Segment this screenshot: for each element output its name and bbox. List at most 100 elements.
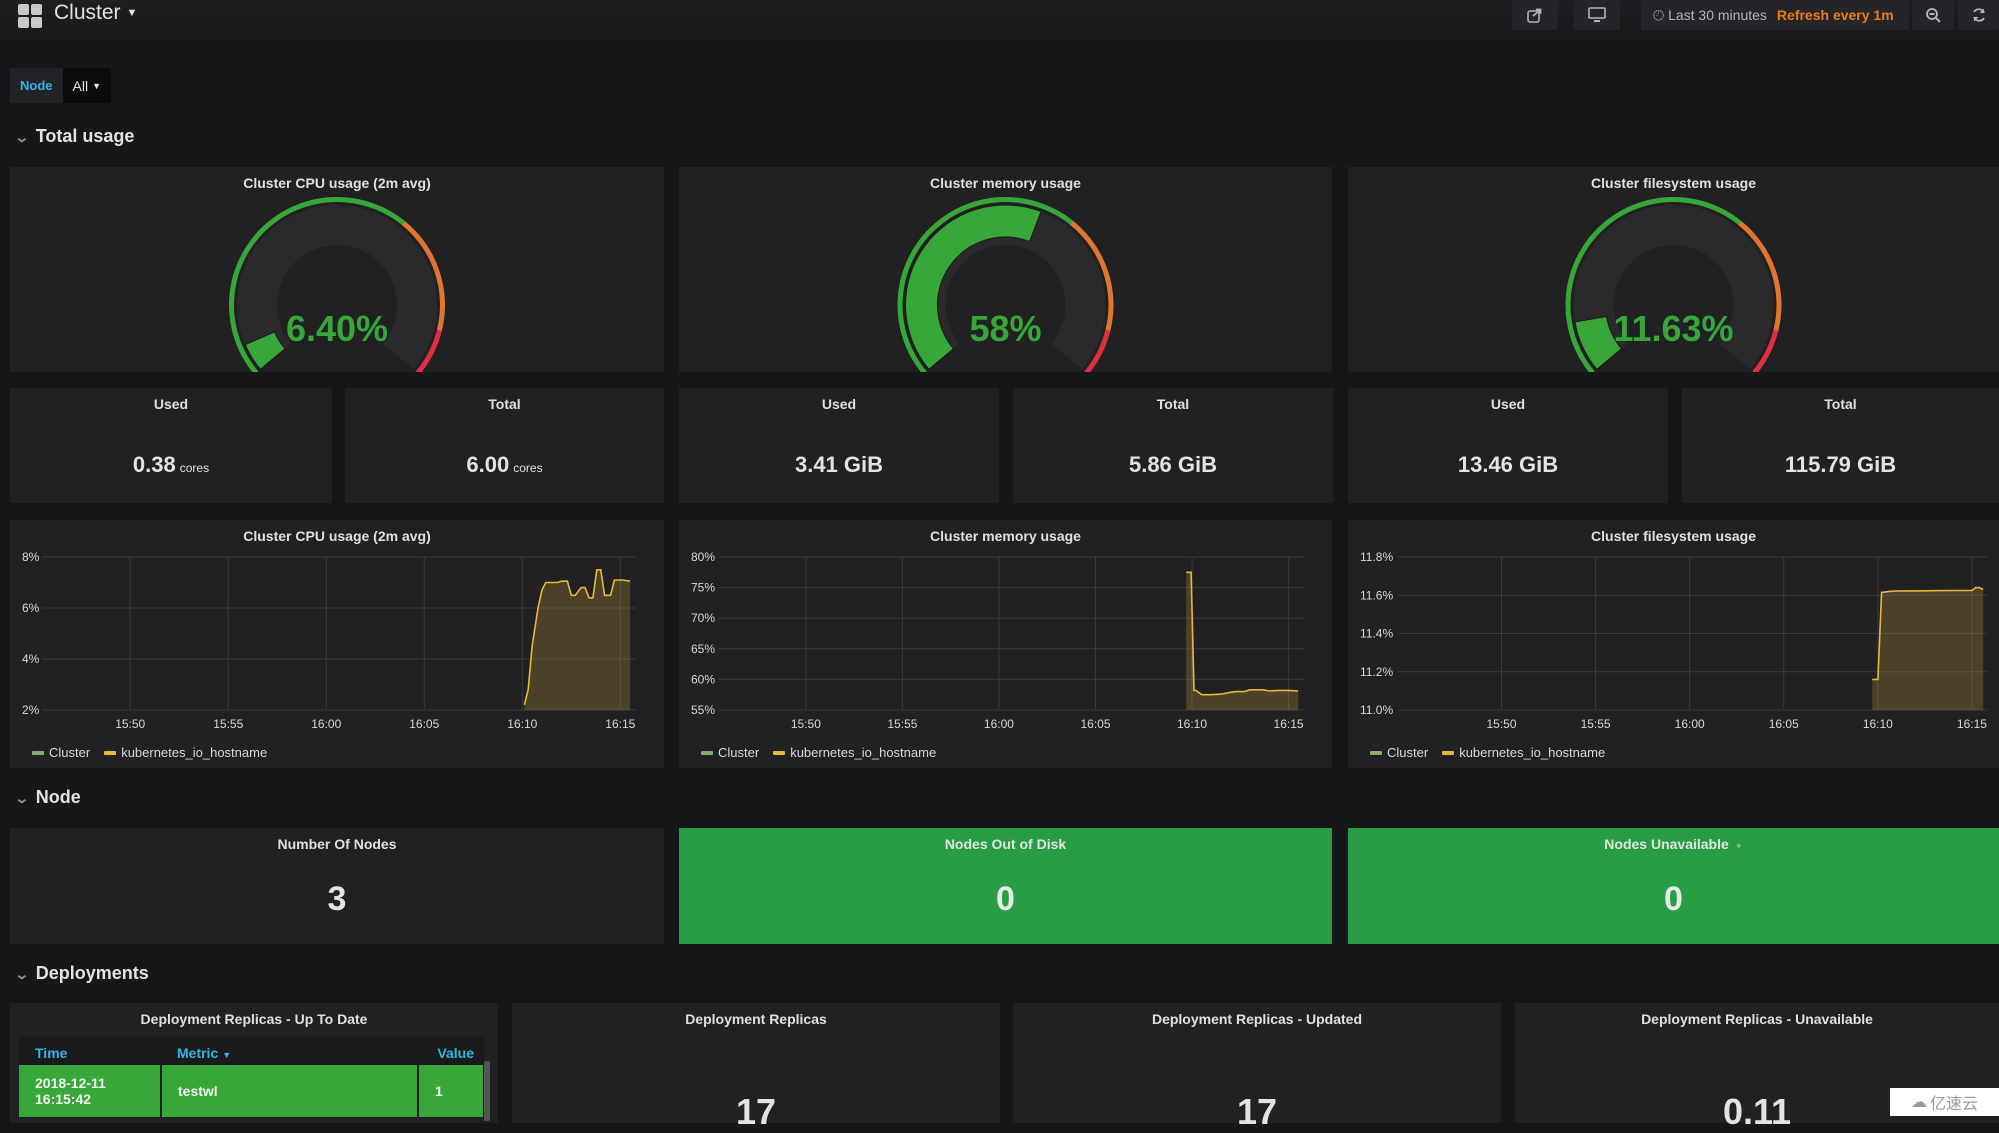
time-range-picker[interactable]: 🕘︎ Last 30 minutes Refresh every 1m (1641, 0, 1909, 30)
panel-title[interactable]: Deployment Replicas (512, 1011, 1000, 1027)
zoom-out-button[interactable] (1912, 0, 1954, 30)
y-tick-label: 60% (691, 672, 715, 686)
series-area-hostname (524, 569, 631, 710)
y-tick-label: 80% (691, 550, 715, 564)
panel-title[interactable]: Deployment Replicas - Updated (1013, 1011, 1501, 1027)
panel-title[interactable]: Nodes Out of Disk (679, 836, 1332, 852)
cell-clock: 16:15:42 (35, 1091, 92, 1107)
row-title: Node (35, 787, 81, 807)
dashboard-title-dropdown[interactable]: Cluster ▼ (54, 1, 137, 25)
graph-svg: 80% 75% 70% 65% 60% 55% 15:50 15:55 16:00 16:05 16… (691, 550, 1304, 731)
gauge-panel-cpu: Cluster CPU usage (2m avg) 6.40% (10, 167, 664, 372)
row-header-node[interactable]: ⌄ Node (14, 787, 81, 808)
panel-title[interactable]: Total (1682, 396, 1999, 412)
panel-title[interactable]: Cluster filesystem usage (1348, 528, 1999, 544)
legend-item-hostname[interactable]: kubernetes_io_hostname (104, 745, 267, 760)
panel-title[interactable]: Cluster memory usage (679, 528, 1332, 544)
stat-unit: cores (179, 461, 210, 475)
column-header-label: Metric (177, 1045, 219, 1061)
stat-panel-nodes-out-of-disk: Nodes Out of Disk 0 (679, 828, 1332, 944)
cell-metric: testwl (161, 1065, 419, 1117)
panel-title[interactable]: Used (10, 396, 332, 412)
panel-title[interactable]: Number Of Nodes (10, 836, 664, 852)
refresh-button[interactable] (1958, 0, 1999, 30)
y-tick-label: 4% (22, 652, 40, 666)
caret-down-icon: ▼ (92, 80, 101, 91)
stat-value: 0 (1664, 880, 1683, 918)
legend-item-cluster[interactable]: Cluster (1370, 745, 1428, 760)
panel-title[interactable]: Total (345, 396, 664, 412)
x-tick-label: 16:05 (1769, 717, 1799, 731)
stat-panel-memory-used: Used 3.41 GiB (679, 388, 999, 503)
legend-label: kubernetes_io_hostname (790, 745, 937, 760)
stat-panel-filesystem-total: Total 115.79 GiB (1682, 388, 1999, 503)
watermark-text: 亿速云 (1929, 1096, 1978, 1113)
stat-value: 6.00 cores (345, 452, 664, 478)
legend-item-cluster[interactable]: Cluster (701, 745, 759, 760)
chevron-down-icon: ⌄ (14, 790, 30, 806)
x-tick-label: 16:00 (984, 717, 1014, 731)
stat-panel-number-of-nodes: Number Of Nodes 3 (10, 828, 664, 944)
legend-item-hostname[interactable]: kubernetes_io_hostname (1442, 745, 1605, 760)
refresh-icon (1972, 8, 1985, 22)
table-panel-replicas-up-to-date: Deployment Replicas - Up To Date Time Me… (10, 1003, 498, 1123)
cell-time: 2018-12-11 16:15:42 (19, 1065, 162, 1117)
y-tick-label: 6% (22, 601, 40, 615)
stat-panel-cpu-used: Used 0.38 cores (10, 388, 332, 503)
tv-mode-button[interactable] (1574, 0, 1620, 30)
stat-value: 0 (996, 880, 1015, 918)
table-scrollbar[interactable] (484, 1061, 490, 1121)
series-area-hostname (1872, 587, 1984, 710)
x-tick-label: 16:15 (1274, 717, 1304, 731)
stat-value: 17 (1236, 1091, 1278, 1132)
x-tick-label: 16:00 (311, 717, 341, 731)
legend-swatch (1442, 750, 1455, 755)
clock-icon: 🕘︎ (1653, 6, 1665, 23)
share-button[interactable] (1512, 0, 1558, 30)
panel-title[interactable]: Used (679, 396, 999, 412)
panel-title[interactable]: Total (1013, 396, 1333, 412)
series-line-hostname (1872, 586, 1984, 681)
chevron-down-icon: ⌄ (14, 129, 30, 145)
cloud-icon: ☁︎ (1910, 1094, 1927, 1111)
row-header-total-usage[interactable]: ⌄ Total usage (14, 126, 134, 147)
stat-value: 13.46 GiB (1457, 452, 1559, 477)
table-row: 2018-12-11 16:15:42 testwl 1 (19, 1065, 485, 1117)
panel-title[interactable]: Cluster CPU usage (2m avg) (10, 528, 664, 544)
legend-swatch (104, 750, 117, 755)
panel-title[interactable]: Deployment Replicas - Up To Date (10, 1011, 498, 1027)
x-tick-label: 15:55 (887, 717, 917, 731)
stat-panel-nodes-unavailable: Nodes Unavailable ▼ 0 (1348, 828, 1999, 944)
panel-title[interactable]: Deployment Replicas - Unavailable (1515, 1011, 1999, 1027)
graph-panel-filesystem: Cluster filesystem usage Cluster kuberne… (1348, 520, 1999, 768)
panel-title[interactable]: Nodes Unavailable ▼ (1348, 836, 1999, 852)
panel-menu-caret-icon[interactable]: ▼ (1735, 842, 1743, 851)
variable-select-node[interactable]: All ▼ (62, 68, 111, 103)
row-header-deployments[interactable]: ⌄ Deployments (14, 963, 149, 984)
legend-swatch (773, 750, 786, 755)
monitor-icon (1588, 7, 1606, 22)
column-header-metric[interactable]: Metric ▼ (161, 1037, 418, 1065)
legend-swatch (701, 750, 713, 755)
legend-item-hostname[interactable]: kubernetes_io_hostname (773, 745, 936, 760)
stat-value: 0.38 cores (10, 452, 332, 478)
y-tick-label: 75% (691, 581, 715, 595)
gauge-svg: 11.63% (1565, 197, 1782, 372)
series-line-hostname (523, 569, 631, 706)
y-tick-label: 11.2% (1360, 665, 1393, 679)
watermark-logo: ☁︎ 亿速云 (1890, 1088, 1999, 1116)
gauge-panel-filesystem: Cluster filesystem usage 11.63% (1348, 167, 1999, 372)
y-tick-label: 11.8% (1360, 550, 1393, 564)
x-tick-label: 15:55 (1581, 717, 1611, 731)
column-header-time[interactable]: Time (19, 1037, 161, 1065)
stat-value: 5.86 GiB (1128, 452, 1218, 477)
stat-panel-deployment-replicas-updated: Deployment Replicas - Updated 17 (1013, 1003, 1501, 1132)
panel-title-text: Nodes Unavailable (1604, 836, 1729, 852)
legend-label: Cluster (1387, 745, 1429, 760)
sort-caret-icon: ▼ (222, 1050, 232, 1060)
legend-item-cluster[interactable]: Cluster (32, 745, 90, 760)
column-header-value[interactable]: Value (418, 1037, 484, 1065)
dashboard-grid-icon[interactable] (18, 4, 42, 28)
gauge-panel-memory: Cluster memory usage 58% (679, 167, 1332, 372)
panel-title[interactable]: Used (1348, 396, 1668, 412)
